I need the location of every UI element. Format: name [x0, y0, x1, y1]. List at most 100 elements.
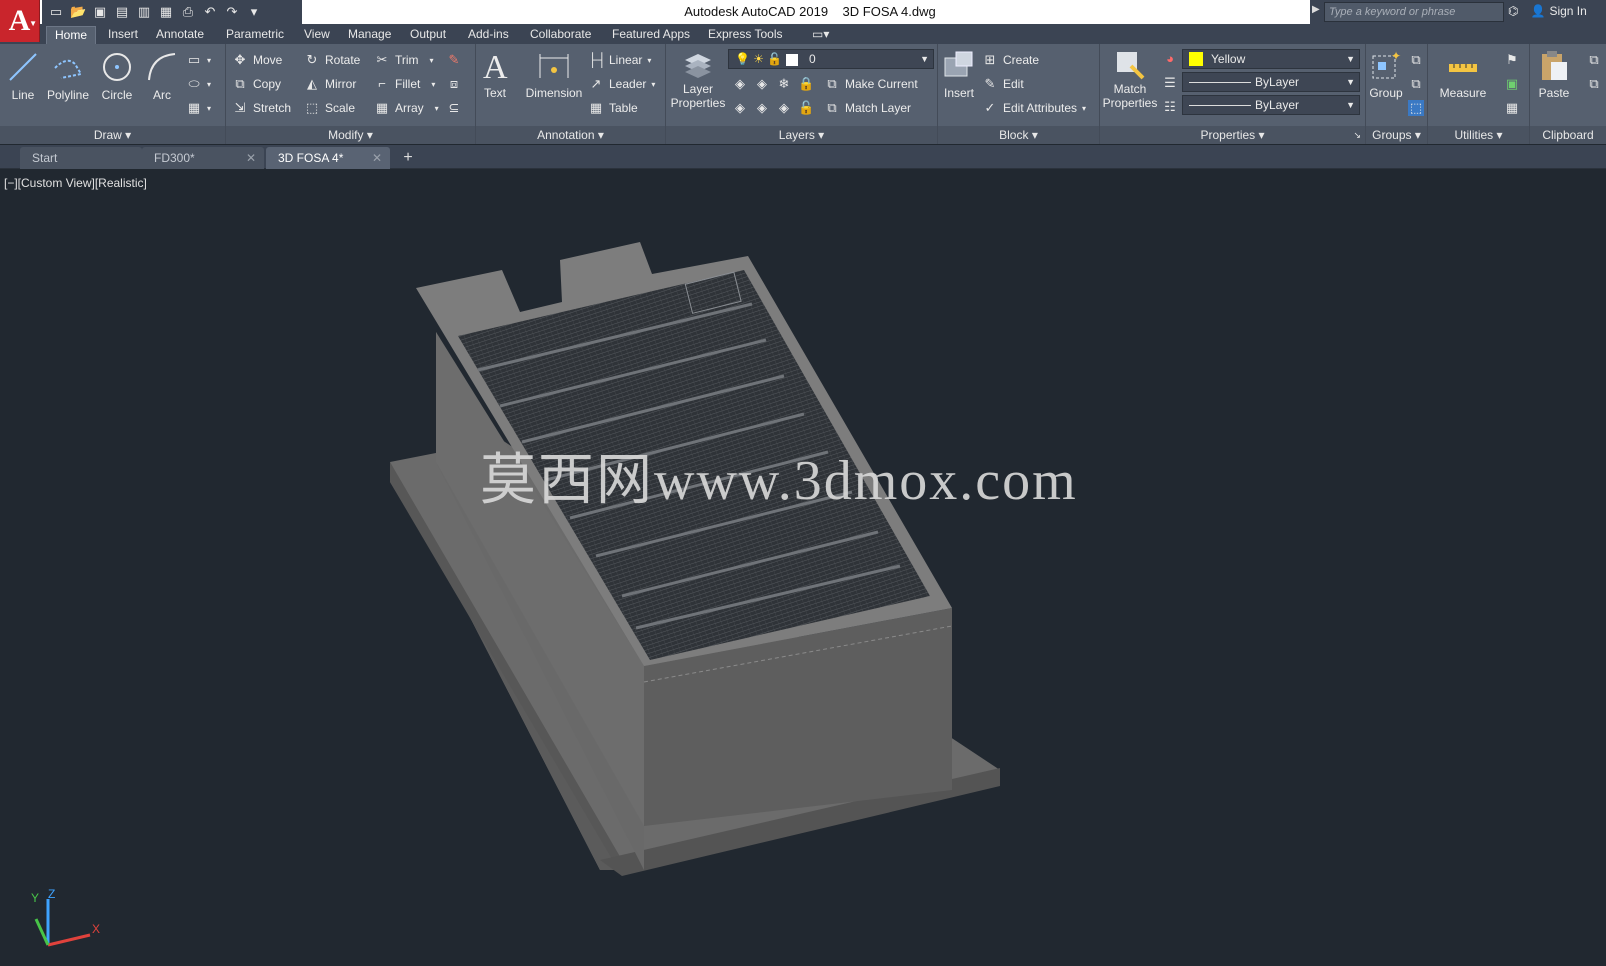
ungroup-button[interactable]: ⧉: [1408, 52, 1424, 68]
match-layer-button[interactable]: ⧉ Match Layer: [824, 100, 911, 116]
scale-button[interactable]: ⬚ Scale: [304, 100, 355, 116]
tab-annotate[interactable]: Annotate: [148, 26, 212, 44]
layer-freeze-icon[interactable]: ❄: [776, 76, 792, 92]
measure-button[interactable]: Measure: [1436, 48, 1490, 100]
insert-button[interactable]: Insert: [940, 48, 978, 100]
ellipse-button[interactable]: ⬭ ▾: [186, 76, 211, 92]
polyline-button[interactable]: Polyline: [44, 50, 92, 102]
array-button[interactable]: ▦ Array ▾: [374, 100, 439, 116]
copy-button[interactable]: ⧉ Copy: [232, 76, 281, 92]
panel-annotation-label[interactable]: Annotation ▾: [476, 126, 665, 144]
tab-view[interactable]: View: [296, 26, 338, 44]
panel-block-label[interactable]: Block ▾: [938, 126, 1099, 144]
layer-isolate-icon[interactable]: ◈: [754, 76, 770, 92]
table-button[interactable]: ▦ Table: [588, 100, 638, 116]
viewport-controls-label[interactable]: [−][Custom View][Realistic]: [4, 176, 147, 190]
quick-select-button[interactable]: ⚑: [1504, 52, 1520, 68]
match-properties-button[interactable]: Match Properties: [1102, 48, 1158, 110]
new-icon[interactable]: ▭: [48, 4, 64, 20]
search-expand-icon[interactable]: ▶: [1312, 4, 1320, 15]
dialog-launcher-icon[interactable]: ↘: [1353, 126, 1361, 144]
erase-button[interactable]: ✎: [446, 52, 462, 68]
edit-attributes-button[interactable]: ✓ Edit Attributes ▾: [982, 100, 1087, 116]
trim-button[interactable]: ✂ Trim ▾: [374, 52, 434, 68]
line-button[interactable]: Line: [6, 50, 40, 102]
redo-icon[interactable]: ↷: [224, 4, 240, 20]
create-block-button[interactable]: ⊞ Create: [982, 52, 1039, 68]
close-icon[interactable]: ✕: [372, 147, 382, 169]
linear-button[interactable]: ├┤ Linear ▾: [588, 52, 651, 68]
tab-featured-apps[interactable]: Featured Apps: [604, 26, 698, 44]
panel-properties-label[interactable]: Properties ▾ ↘: [1100, 126, 1365, 144]
plot-icon[interactable]: ▦: [158, 4, 174, 20]
hatch-button[interactable]: ▦ ▾: [186, 100, 211, 116]
application-menu-button[interactable]: A ▼: [0, 0, 40, 42]
open-icon[interactable]: 📂: [70, 4, 86, 20]
tab-manage[interactable]: Manage: [340, 26, 399, 44]
leader-button[interactable]: ↗ Leader ▾: [588, 76, 656, 92]
dimension-button[interactable]: Dimension: [522, 48, 586, 100]
layer-on-icon[interactable]: ◈: [732, 100, 748, 116]
offset-button[interactable]: ⊆: [446, 100, 462, 116]
move-button[interactable]: ✥ Move: [232, 52, 283, 68]
text-button[interactable]: A Text: [478, 48, 512, 100]
layer-unisolate-icon[interactable]: ◈: [754, 100, 770, 116]
binoculars-icon[interactable]: ⌬: [1508, 4, 1518, 18]
panel-groups-label[interactable]: Groups ▾: [1366, 126, 1427, 144]
group-selection-button[interactable]: ⬚: [1408, 100, 1424, 116]
circle-button[interactable]: Circle: [98, 50, 136, 102]
layer-dropdown[interactable]: 💡 ☀ 🔓 0 ▼: [728, 49, 934, 69]
layer-lock-icon[interactable]: 🔒: [798, 76, 814, 92]
rectangle-button[interactable]: ▭ ▾: [186, 52, 211, 68]
cut-clip-button[interactable]: ⧉: [1586, 76, 1602, 92]
panel-layers-label[interactable]: Layers ▾: [666, 126, 937, 144]
edit-block-button[interactable]: ✎ Edit: [982, 76, 1024, 92]
save-as-icon[interactable]: ▤: [114, 4, 130, 20]
tab-output[interactable]: Output: [402, 26, 454, 44]
customize-qat-icon[interactable]: ▾: [246, 4, 262, 20]
search-input[interactable]: Type a keyword or phrase: [1324, 2, 1504, 22]
fillet-button[interactable]: ⌐ Fillet ▾: [374, 76, 435, 92]
file-tab-fd300[interactable]: FD300* ✕: [142, 147, 264, 169]
print-icon[interactable]: ⎙: [180, 4, 196, 20]
undo-icon[interactable]: ↶: [202, 4, 218, 20]
select-all-button[interactable]: ▣: [1504, 76, 1520, 92]
arc-button[interactable]: Arc: [144, 50, 180, 102]
panel-clipboard-label[interactable]: Clipboard: [1530, 126, 1606, 144]
paste-button[interactable]: Paste: [1534, 48, 1574, 100]
group-button[interactable]: ✦ Group: [1368, 48, 1404, 100]
ribbon-display-toggle-icon[interactable]: ▭▾: [804, 26, 837, 44]
calculator-button[interactable]: ▦: [1504, 100, 1520, 116]
color-dropdown[interactable]: Yellow ▼: [1182, 49, 1360, 69]
tab-express-tools[interactable]: Express Tools: [700, 26, 790, 44]
file-tab-start[interactable]: Start: [20, 147, 142, 169]
copy-clip-button[interactable]: ⧉: [1586, 52, 1602, 68]
make-current-button[interactable]: ⧉ Make Current: [824, 76, 917, 92]
3d-model-scene[interactable]: [0, 170, 1606, 966]
layer-properties-button[interactable]: Layer Properties: [666, 48, 730, 110]
sign-in-link[interactable]: Sign In: [1549, 4, 1586, 18]
group-edit-button[interactable]: ⧉: [1408, 76, 1424, 92]
panel-utilities-label[interactable]: Utilities ▾: [1428, 126, 1529, 144]
layer-off-icon[interactable]: ◈: [732, 76, 748, 92]
web-mobile-icon[interactable]: ▥: [136, 4, 152, 20]
mirror-button[interactable]: ◭ Mirror: [304, 76, 356, 92]
drawing-viewport[interactable]: [−][Custom View][Realistic] 莫西网www.3dmox…: [0, 170, 1606, 966]
tab-add-ins[interactable]: Add-ins: [460, 26, 517, 44]
file-tab-3d-fosa-4[interactable]: 3D FOSA 4* ✕: [266, 147, 390, 169]
linetype-dropdown[interactable]: ByLayer ▼: [1182, 95, 1360, 115]
rotate-button[interactable]: ↻ Rotate: [304, 52, 361, 68]
save-icon[interactable]: ▣: [92, 4, 108, 20]
layer-unlock-icon[interactable]: 🔓: [798, 100, 814, 116]
layer-thaw-icon[interactable]: ◈: [776, 100, 792, 116]
tab-parametric[interactable]: Parametric: [218, 26, 292, 44]
close-icon[interactable]: ✕: [246, 147, 256, 169]
lineweight-dropdown[interactable]: ByLayer ▼: [1182, 72, 1360, 92]
stretch-button[interactable]: ⇲ Stretch: [232, 100, 291, 116]
panel-modify-label[interactable]: Modify ▾: [226, 126, 475, 144]
new-tab-button[interactable]: +: [396, 148, 420, 168]
tab-collaborate[interactable]: Collaborate: [522, 26, 599, 44]
explode-button[interactable]: ⧈: [446, 76, 462, 92]
panel-draw-label[interactable]: Draw ▾: [0, 126, 225, 144]
tab-insert[interactable]: Insert: [100, 26, 146, 44]
